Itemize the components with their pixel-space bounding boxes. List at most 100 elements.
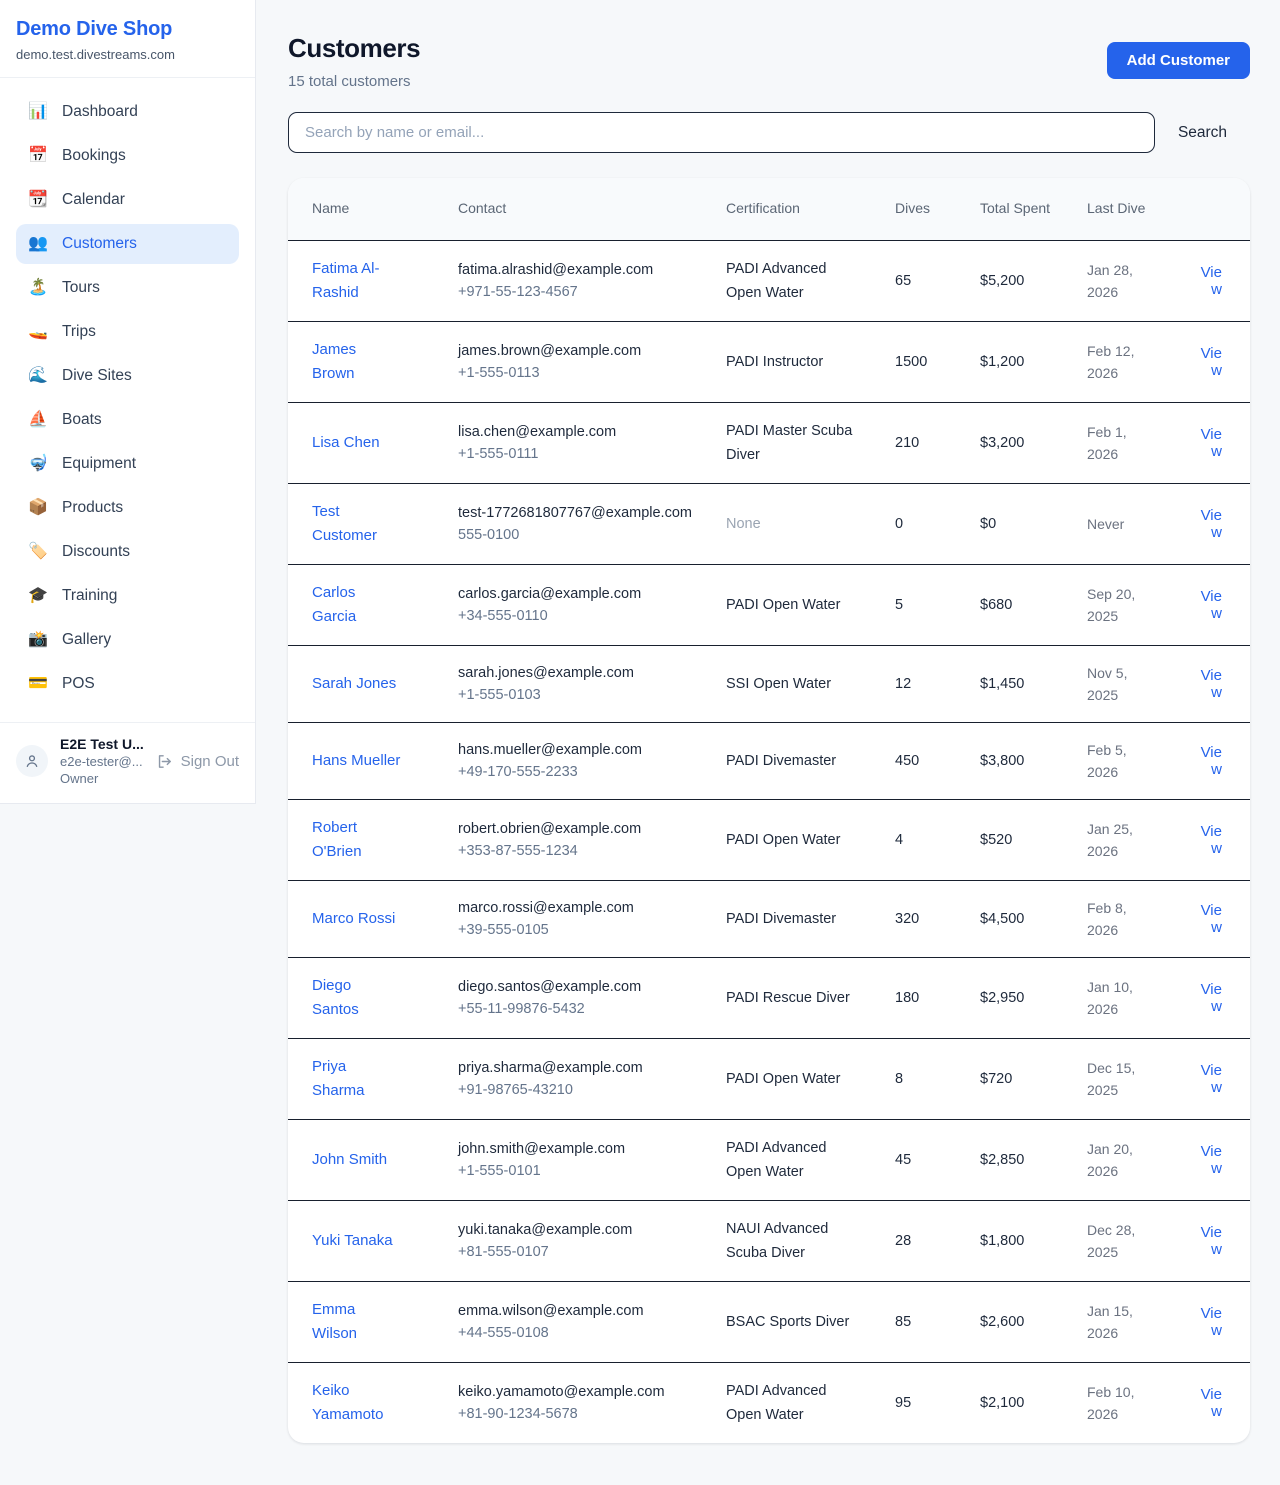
sidebar-item-dashboard[interactable]: 📊 Dashboard: [16, 92, 239, 132]
table-row: Keiko Yamamoto keiko.yamamoto@example.co…: [288, 1362, 1250, 1443]
customer-name-link[interactable]: Yuki Tanaka: [312, 1232, 393, 1249]
diving-mask-icon: 🤿: [28, 456, 48, 472]
view-link[interactable]: View: [1201, 981, 1222, 1015]
sidebar-item-dive-sites[interactable]: 🌊 Dive Sites: [16, 356, 239, 396]
page-title: Customers: [288, 33, 420, 64]
view-link[interactable]: View: [1201, 1224, 1222, 1258]
customer-last-dive: Dec 15, 2025: [1075, 1038, 1181, 1119]
customer-certification: BSAC Sports Diver: [726, 1314, 849, 1330]
table-row: Sarah Jones sarah.jones@example.com +1-5…: [288, 645, 1250, 722]
customer-last-dive: Nov 5, 2025: [1075, 645, 1181, 722]
customer-phone: +971-55-123-4567: [458, 281, 702, 303]
customer-email: john.smith@example.com: [458, 1138, 702, 1160]
sidebar-item-label: Gallery: [62, 631, 111, 649]
customer-total-spent: $720: [968, 1038, 1075, 1119]
customer-phone: +91-98765-43210: [458, 1079, 702, 1101]
search-input[interactable]: [288, 112, 1155, 153]
search-button[interactable]: Search: [1155, 124, 1250, 142]
view-link[interactable]: View: [1201, 1143, 1222, 1177]
customer-last-dive: Dec 28, 2025: [1075, 1200, 1181, 1281]
customer-total-spent: $2,600: [968, 1281, 1075, 1362]
package-icon: 📦: [28, 500, 48, 516]
view-link[interactable]: View: [1201, 345, 1222, 379]
customer-name-link[interactable]: Fatima Al-Rashid: [312, 260, 380, 301]
customer-email: yuki.tanaka@example.com: [458, 1219, 702, 1241]
sidebar-item-gallery[interactable]: 📸 Gallery: [16, 620, 239, 660]
sidebar-item-calendar[interactable]: 📆 Calendar: [16, 180, 239, 220]
table-row: Emma Wilson emma.wilson@example.com +44-…: [288, 1281, 1250, 1362]
view-link[interactable]: View: [1201, 902, 1222, 936]
sidebar-item-boats[interactable]: ⛵ Boats: [16, 400, 239, 440]
sidebar-item-training[interactable]: 🎓 Training: [16, 576, 239, 616]
customer-name-link[interactable]: John Smith: [312, 1151, 387, 1168]
customer-phone: +353-87-555-1234: [458, 840, 702, 862]
customer-name-link[interactable]: Test Customer: [312, 503, 377, 544]
bar-chart-icon: 📊: [28, 104, 48, 120]
view-link[interactable]: View: [1201, 667, 1222, 701]
customer-name-link[interactable]: Hans Mueller: [312, 752, 400, 769]
user-section: E2E Test U... e2e-tester@... Owner Sign …: [0, 722, 255, 803]
customer-name-link[interactable]: Sarah Jones: [312, 675, 396, 692]
customer-name-link[interactable]: Priya Sharma: [312, 1058, 365, 1099]
sidebar-item-label: Calendar: [62, 191, 125, 209]
customer-phone: +44-555-0108: [458, 1322, 702, 1344]
customer-phone: +81-90-1234-5678: [458, 1403, 702, 1425]
customer-email: priya.sharma@example.com: [458, 1057, 702, 1079]
customer-last-dive: Jan 15, 2026: [1075, 1281, 1181, 1362]
view-link[interactable]: View: [1201, 1386, 1222, 1420]
view-link[interactable]: View: [1201, 1305, 1222, 1339]
view-link[interactable]: View: [1201, 823, 1222, 857]
sidebar-item-label: Dive Sites: [62, 367, 132, 385]
customer-email: sarah.jones@example.com: [458, 662, 702, 684]
table-row: Test Customer test-1772681807767@example…: [288, 483, 1250, 564]
customer-dives: 180: [883, 957, 968, 1038]
view-link[interactable]: View: [1201, 588, 1222, 622]
sidebar-item-equipment[interactable]: 🤿 Equipment: [16, 444, 239, 484]
sidebar-item-customers[interactable]: 👥 Customers: [16, 224, 239, 264]
sidebar-item-bookings[interactable]: 📅 Bookings: [16, 136, 239, 176]
customer-dives: 5: [883, 564, 968, 645]
customer-name-link[interactable]: Diego Santos: [312, 977, 359, 1018]
customer-certification: NAUI Advanced Scuba Diver: [726, 1221, 828, 1261]
people-icon: 👥: [28, 236, 48, 252]
table-row: Lisa Chen lisa.chen@example.com +1-555-0…: [288, 402, 1250, 483]
customer-last-dive: Jan 25, 2026: [1075, 799, 1181, 880]
customer-name-link[interactable]: Carlos Garcia: [312, 584, 356, 625]
sidebar-item-trips[interactable]: 🚤 Trips: [16, 312, 239, 352]
customers-table: Name Contact Certification Dives Total S…: [288, 178, 1250, 1443]
customer-email: hans.mueller@example.com: [458, 739, 702, 761]
customer-dives: 65: [883, 240, 968, 321]
customer-phone: 555-0100: [458, 524, 702, 546]
view-link[interactable]: View: [1201, 507, 1222, 541]
view-link[interactable]: View: [1201, 744, 1222, 778]
customer-total-spent: $2,100: [968, 1362, 1075, 1443]
customer-name-link[interactable]: Marco Rossi: [312, 910, 395, 927]
view-link[interactable]: View: [1201, 426, 1222, 460]
customers-table-card: Name Contact Certification Dives Total S…: [288, 178, 1250, 1443]
customer-email: robert.obrien@example.com: [458, 818, 702, 840]
customer-total-spent: $1,200: [968, 321, 1075, 402]
customer-name-link[interactable]: Robert O'Brien: [312, 819, 362, 860]
add-customer-button[interactable]: Add Customer: [1107, 42, 1250, 79]
customer-last-dive: Feb 10, 2026: [1075, 1362, 1181, 1443]
customer-name-link[interactable]: Emma Wilson: [312, 1301, 357, 1342]
customer-name-link[interactable]: Lisa Chen: [312, 434, 380, 451]
customer-certification: PADI Master Scuba Diver: [726, 423, 852, 463]
sidebar-item-discounts[interactable]: 🏷️ Discounts: [16, 532, 239, 572]
customer-certification: PADI Advanced Open Water: [726, 1140, 827, 1180]
sign-out-button[interactable]: Sign Out: [156, 753, 239, 770]
view-link[interactable]: View: [1201, 1062, 1222, 1096]
customer-total-spent: $680: [968, 564, 1075, 645]
sidebar-item-products[interactable]: 📦 Products: [16, 488, 239, 528]
customer-total-spent: $1,800: [968, 1200, 1075, 1281]
sidebar-item-tours[interactable]: 🏝️ Tours: [16, 268, 239, 308]
sidebar-item-pos[interactable]: 💳 POS: [16, 664, 239, 704]
view-link[interactable]: View: [1201, 264, 1222, 298]
table-row: Fatima Al-Rashid fatima.alrashid@example…: [288, 240, 1250, 321]
customer-name-link[interactable]: Keiko Yamamoto: [312, 1382, 383, 1423]
customer-name-link[interactable]: James Brown: [312, 341, 356, 382]
customer-email: carlos.garcia@example.com: [458, 583, 702, 605]
sidebar-item-label: Bookings: [62, 147, 126, 165]
customer-certification: PADI Open Water: [726, 832, 840, 848]
customer-email: test-1772681807767@example.com: [458, 502, 702, 524]
